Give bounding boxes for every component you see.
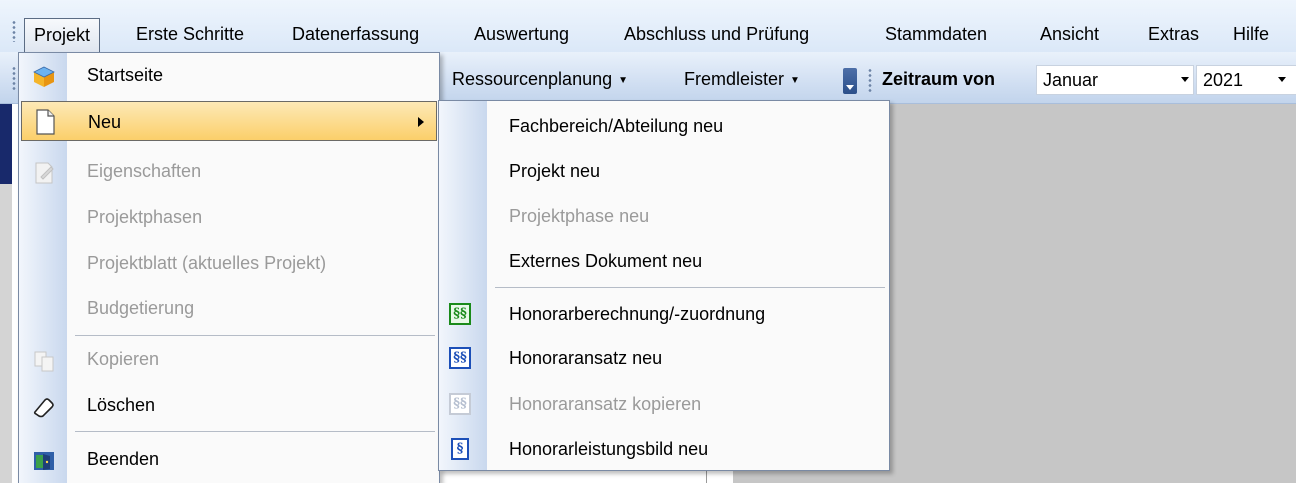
menu-item-label: Beenden xyxy=(87,449,160,469)
menu-item-beenden[interactable]: Beenden xyxy=(21,439,437,479)
menu-item-kopieren[interactable]: Kopieren xyxy=(21,339,437,379)
menu-item-startseite[interactable]: Startseite xyxy=(21,55,437,95)
menu-erste-schritte[interactable]: Erste Schritte xyxy=(126,18,254,52)
document-icon xyxy=(33,109,57,135)
neu-submenu: Fachbereich/Abteilung neu Projekt neu Pr… xyxy=(438,100,890,471)
year-select[interactable]: 2021 xyxy=(1196,65,1296,95)
panel-divider xyxy=(706,470,707,483)
projekt-menu: Startseite Neu Eigenschaften Projektphas… xyxy=(18,52,440,483)
menu-item-label: Neu xyxy=(88,112,122,132)
menu-item-label: Budgetierung xyxy=(87,298,195,318)
menu-stammdaten[interactable]: Stammdaten xyxy=(875,18,997,52)
menu-ansicht[interactable]: Ansicht xyxy=(1030,18,1109,52)
menu-item-label: Projekt neu xyxy=(509,161,601,181)
month-select-value: Januar xyxy=(1043,70,1099,90)
menu-item-label: Honorarberechnung/-zuordnung xyxy=(509,304,766,324)
exit-icon xyxy=(32,447,56,471)
menu-item-label: Fachbereich/Abteilung neu xyxy=(509,116,724,136)
menu-item-fachbereich-neu[interactable]: Fachbereich/Abteilung neu xyxy=(441,106,887,146)
paragraph-icon: §§ xyxy=(449,393,471,415)
menu-item-label: Kopieren xyxy=(87,349,160,369)
menu-item-externes-dokument-neu[interactable]: Externes Dokument neu xyxy=(441,241,887,281)
menu-item-label: Honorarleistungsbild neu xyxy=(509,439,709,459)
toolbar-grip[interactable] xyxy=(12,66,16,92)
toolbar-grip-2[interactable] xyxy=(868,68,872,92)
navigation-panel-header xyxy=(0,104,12,184)
menu-item-budgetierung[interactable]: Budgetierung xyxy=(21,288,437,328)
menu-item-projektblatt[interactable]: Projektblatt (aktuelles Projekt) xyxy=(21,243,437,283)
zeitraum-label: Zeitraum von xyxy=(882,69,996,89)
menu-item-neu[interactable]: Neu xyxy=(21,101,437,141)
paragraph-icon: §§ xyxy=(449,303,471,325)
menu-item-label: Honoraransatz kopieren xyxy=(509,394,702,414)
menu-item-label: Löschen xyxy=(87,395,156,415)
paragraph-icon: § xyxy=(451,438,469,460)
chevron-down-icon: ▼ xyxy=(618,75,629,86)
navigation-panel xyxy=(0,184,12,483)
menu-item-projektphase-neu[interactable]: Projektphase neu xyxy=(441,196,887,236)
menu-abschluss-und-pruefung[interactable]: Abschluss und Prüfung xyxy=(614,18,819,52)
menu-item-label: Eigenschaften xyxy=(87,161,202,181)
paragraph-icon: §§ xyxy=(449,347,471,369)
menu-item-label: Honoraransatz neu xyxy=(509,348,663,368)
fremdleister-dropdown-button[interactable]: Fremdleister ▼ xyxy=(684,65,800,93)
menu-item-projektphasen[interactable]: Projektphasen xyxy=(21,197,437,237)
menu-item-label: Externes Dokument neu xyxy=(509,251,703,271)
ressourcenplanung-dropdown-button[interactable]: Ressourcenplanung ▼ xyxy=(452,65,628,93)
submenu-arrow-icon xyxy=(418,117,424,127)
edit-document-icon xyxy=(32,159,56,184)
menu-item-label: Startseite xyxy=(87,65,164,85)
menu-item-label: Projektphasen xyxy=(87,207,203,227)
menu-item-honorarleistungsbild-neu[interactable]: § Honorarleistungsbild neu xyxy=(441,429,887,469)
home-box-icon xyxy=(32,63,56,87)
menu-hilfe[interactable]: Hilfe xyxy=(1223,18,1279,52)
menu-datenerfassung[interactable]: Datenerfassung xyxy=(282,18,429,52)
menu-auswertung[interactable]: Auswertung xyxy=(464,18,579,52)
fremdleister-label: Fremdleister xyxy=(684,69,785,89)
menu-separator xyxy=(495,287,885,288)
menu-projekt[interactable]: Projekt xyxy=(24,18,101,52)
menu-item-label: Projektblatt (aktuelles Projekt) xyxy=(87,253,327,273)
month-select[interactable]: Januar xyxy=(1036,65,1194,95)
ressourcenplanung-label: Ressourcenplanung xyxy=(452,69,613,89)
menu-item-eigenschaften[interactable]: Eigenschaften xyxy=(21,151,437,191)
toolbar-overflow-icon[interactable] xyxy=(843,68,857,94)
eraser-icon xyxy=(32,393,56,418)
menu-bar: Projekt Erste Schritte Datenerfassung Au… xyxy=(0,0,1296,52)
menu-item-honoraransatz-neu[interactable]: §§ Honoraransatz neu xyxy=(441,338,887,378)
chevron-down-icon[interactable] xyxy=(1278,77,1286,82)
menu-item-projekt-neu[interactable]: Projekt neu xyxy=(441,151,887,191)
menu-item-loeschen[interactable]: Löschen xyxy=(21,385,437,425)
year-select-value: 2021 xyxy=(1203,70,1244,90)
menu-item-label: Projektphase neu xyxy=(509,206,650,226)
chevron-down-icon: ▼ xyxy=(790,75,800,86)
copy-icon xyxy=(32,347,56,372)
chevron-down-icon[interactable] xyxy=(1181,77,1189,82)
menu-separator xyxy=(75,335,435,336)
menu-item-honoraransatz-kopieren[interactable]: §§ Honoraransatz kopieren xyxy=(441,384,887,424)
menu-extras[interactable]: Extras xyxy=(1138,18,1209,52)
menu-separator xyxy=(75,431,435,432)
menu-item-honorarberechnung[interactable]: §§ Honorarberechnung/-zuordnung xyxy=(441,294,887,334)
menubar-grip[interactable] xyxy=(12,20,16,42)
